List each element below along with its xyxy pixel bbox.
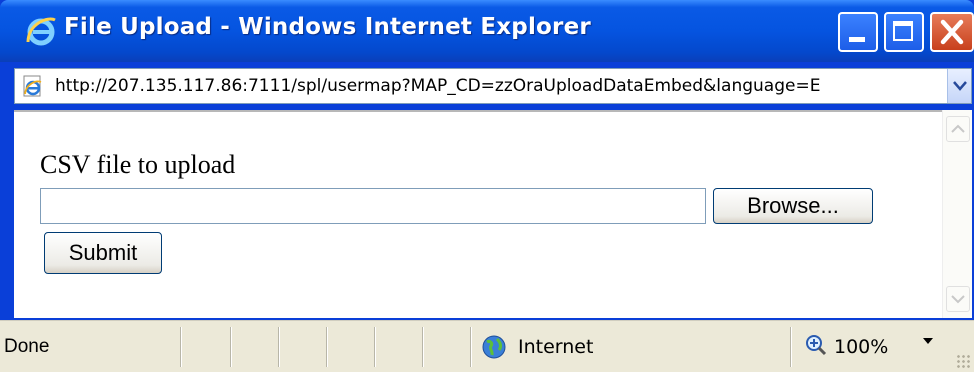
chevron-up-icon — [951, 124, 965, 133]
globe-icon — [482, 335, 506, 359]
status-divider — [326, 327, 328, 367]
status-divider — [230, 327, 232, 367]
submit-button[interactable]: Submit — [44, 232, 162, 274]
url-text[interactable]: http://207.135.117.86:7111/spl/usermap?M… — [55, 76, 953, 96]
ie-icon — [26, 17, 56, 46]
resize-grip[interactable] — [956, 354, 970, 368]
window-title: File Upload - Windows Internet Explorer — [64, 14, 591, 40]
address-bar[interactable]: http://207.135.117.86:7111/spl/usermap?M… — [14, 68, 972, 104]
status-divider — [180, 327, 182, 367]
zoom-level[interactable]: 100% — [834, 336, 888, 358]
scroll-down-button[interactable] — [946, 286, 970, 312]
status-divider — [278, 327, 280, 367]
browser-window: File Upload - Windows Internet Explorer … — [0, 0, 974, 372]
status-text: Done — [4, 336, 50, 357]
status-bar: Done Internet 100% — [0, 320, 974, 372]
chevron-down-icon — [951, 295, 965, 304]
close-button[interactable] — [930, 12, 974, 52]
magnifier-icon — [806, 335, 827, 356]
status-divider — [470, 327, 472, 367]
file-path-input[interactable] — [40, 188, 706, 224]
address-dropdown-button[interactable] — [947, 69, 971, 103]
status-divider — [374, 327, 376, 367]
security-zone-text[interactable]: Internet — [518, 336, 593, 358]
close-icon — [940, 19, 964, 45]
chevron-down-icon — [953, 81, 967, 91]
status-divider — [790, 327, 792, 367]
page-icon — [23, 75, 42, 97]
browse-button[interactable]: Browse... — [713, 188, 873, 224]
status-divider — [422, 327, 424, 367]
page-content: CSV file to upload Browse... Submit — [14, 110, 942, 318]
title-bar[interactable]: File Upload - Windows Internet Explorer — [0, 0, 974, 62]
maximize-button[interactable] — [884, 12, 924, 52]
vertical-scrollbar[interactable] — [942, 110, 972, 318]
zoom-dropdown-icon[interactable] — [922, 337, 934, 345]
csv-file-label: CSV file to upload — [40, 150, 236, 179]
minimize-button[interactable] — [838, 12, 878, 52]
scroll-up-button[interactable] — [946, 116, 970, 142]
